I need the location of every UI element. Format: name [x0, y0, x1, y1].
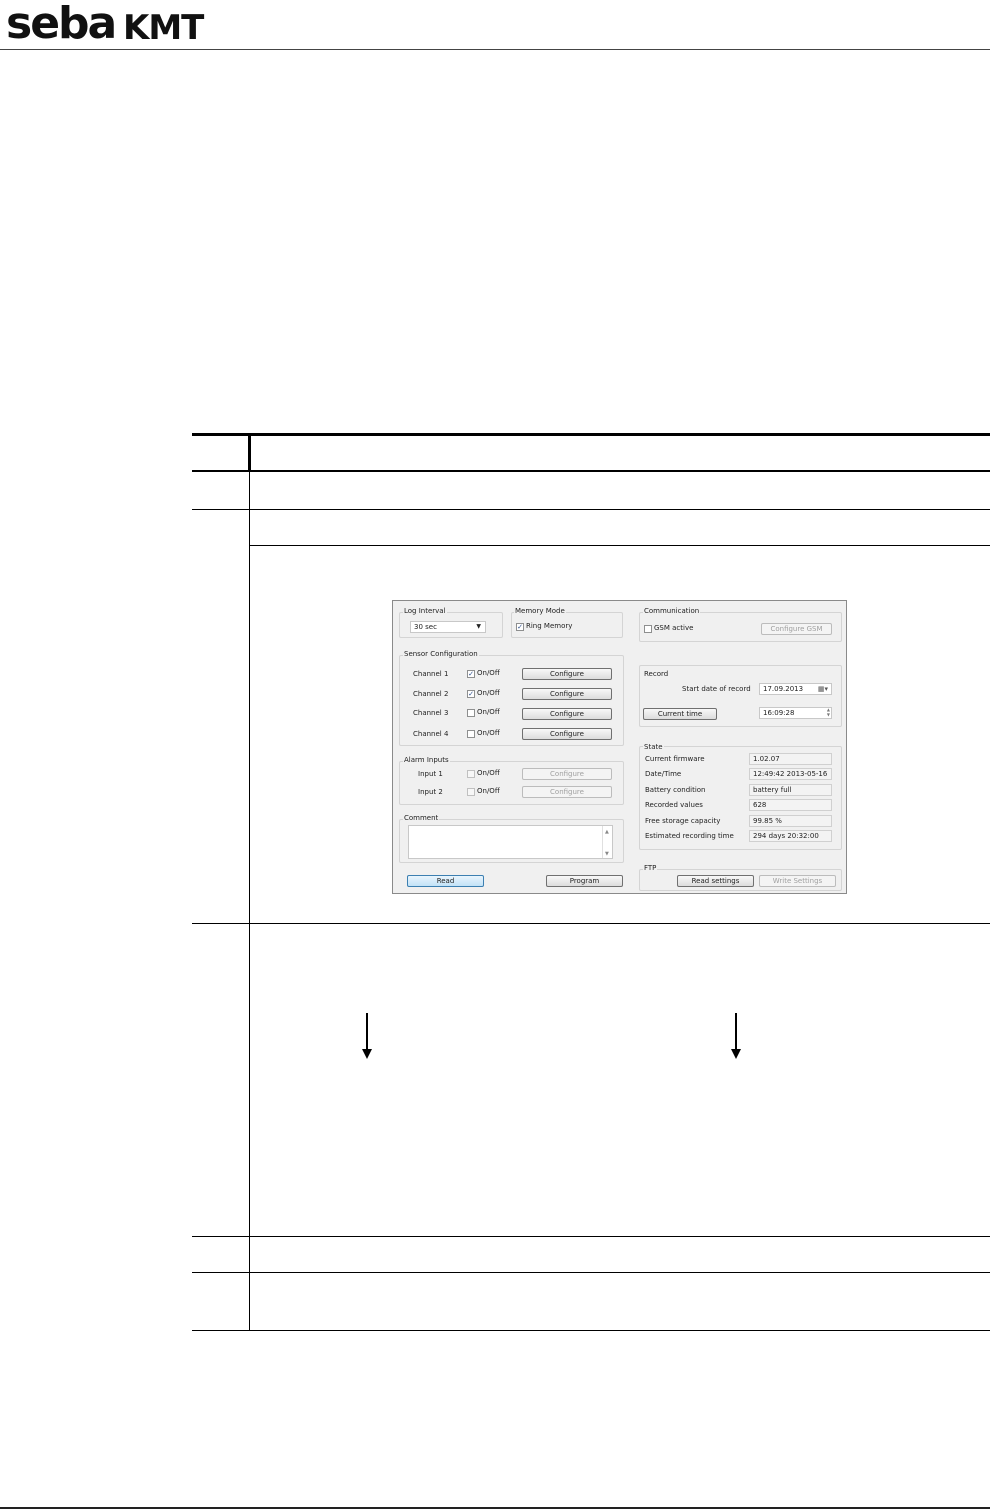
log-interval-value: 30 sec: [414, 623, 437, 631]
program-button[interactable]: Program: [546, 875, 623, 887]
logo-seba: seba: [6, 0, 117, 49]
input-1-configure-button[interactable]: Configure: [522, 768, 612, 780]
channel-label: Channel 3: [413, 709, 449, 717]
table-column-divider: [249, 471, 250, 1331]
alarm-input-toggle-label: On/Off: [477, 787, 500, 795]
channel-1-checkbox[interactable]: ✓: [467, 670, 475, 678]
state-title: State: [643, 743, 664, 752]
channel-1-configure-button[interactable]: Configure: [522, 668, 612, 680]
comment-scrollbar[interactable]: ▲ ▼: [602, 826, 612, 858]
table-header-rule: [192, 470, 990, 472]
channel-toggle-label: On/Off: [477, 669, 500, 677]
table-top-rule: [192, 433, 990, 436]
channel-toggle-label: On/Off: [477, 708, 500, 716]
input-2-checkbox[interactable]: [467, 788, 475, 796]
log-interval-select[interactable]: 30 sec ▼: [410, 621, 486, 633]
alarm-input-label: Input 2: [418, 788, 443, 796]
start-date-value: 17.09.2013: [763, 685, 804, 693]
start-date-label: Start date of record: [682, 685, 751, 693]
footer-rule: [0, 1507, 990, 1509]
channel-2-checkbox[interactable]: ✓: [467, 690, 475, 698]
communication-title: Communication: [643, 607, 701, 616]
read-settings-button[interactable]: Read settings: [677, 875, 754, 887]
time-spinner[interactable]: 16:09:28 ▲ ▼: [759, 707, 832, 719]
channel-label: Channel 4: [413, 730, 449, 738]
state-value: 99.85 %: [749, 815, 832, 827]
channel-3-checkbox[interactable]: [467, 709, 475, 717]
calendar-icon[interactable]: ▦▾: [818, 684, 828, 694]
table-row-rule: [192, 509, 990, 510]
state-label: Battery condition: [645, 786, 706, 794]
state-label: Recorded values: [645, 801, 703, 809]
header-rule: [0, 49, 990, 50]
time-value: 16:09:28: [763, 709, 795, 717]
chevron-down-icon: ▼: [476, 623, 481, 630]
state-value: 628: [749, 799, 832, 811]
sensor-configuration-title: Sensor Configuration: [403, 650, 479, 659]
table-row-rule: [192, 923, 990, 924]
input-1-checkbox[interactable]: [467, 770, 475, 778]
state-label: Current firmware: [645, 755, 705, 763]
ring-memory-checkbox[interactable]: ✓: [516, 623, 524, 631]
state-value: 1.02.07: [749, 753, 832, 765]
alarm-input-label: Input 1: [418, 770, 443, 778]
scroll-up-icon[interactable]: ▲: [605, 827, 609, 837]
state-label: Estimated recording time: [645, 832, 734, 840]
input-2-configure-button[interactable]: Configure: [522, 786, 612, 798]
table-header-divider: [248, 434, 251, 471]
state-value: 294 days 20:32:00: [749, 830, 832, 842]
state-label: Free storage capacity: [645, 817, 721, 825]
channel-4-checkbox[interactable]: [467, 730, 475, 738]
write-settings-button[interactable]: Write Settings: [759, 875, 836, 887]
configure-gsm-button[interactable]: Configure GSM: [761, 623, 832, 635]
channel-4-configure-button[interactable]: Configure: [522, 728, 612, 740]
comment-textarea[interactable]: ▲ ▼: [408, 825, 613, 859]
table-subrow-rule: [249, 545, 990, 546]
table-row-rule: [192, 1236, 990, 1237]
comment-title: Comment: [403, 814, 440, 823]
table-row-rule: [192, 1272, 990, 1273]
seba-kmt-logo: seba KMT: [6, 0, 218, 49]
ring-memory-label: Ring Memory: [526, 622, 573, 630]
alarm-inputs-title: Alarm Inputs: [403, 756, 450, 765]
memory-mode-title: Memory Mode: [514, 607, 566, 616]
table-bottom-rule: [192, 1330, 990, 1331]
channel-label: Channel 1: [413, 670, 449, 678]
logger-settings-dialog: Log Interval 30 sec ▼ Memory Mode ✓ Ring…: [392, 600, 847, 894]
channel-toggle-label: On/Off: [477, 689, 500, 697]
start-date-picker[interactable]: 17.09.2013 ▦▾: [759, 683, 832, 695]
down-arrow-icon: [731, 1013, 741, 1059]
state-value: battery full: [749, 784, 832, 796]
state-label: Date/Time: [645, 770, 682, 778]
log-interval-title: Log Interval: [403, 607, 447, 616]
logo-kmt: KMT: [123, 8, 204, 48]
spinner-arrows-icon[interactable]: ▲ ▼: [827, 707, 830, 717]
state-value: 12:49:42 2013-05-16: [749, 768, 832, 780]
scroll-down-icon[interactable]: ▼: [605, 849, 609, 859]
record-title: Record: [643, 670, 670, 679]
channel-toggle-label: On/Off: [477, 729, 500, 737]
channel-2-configure-button[interactable]: Configure: [522, 688, 612, 700]
read-button[interactable]: Read: [407, 875, 484, 887]
ftp-title: FTP: [643, 864, 658, 873]
gsm-active-label: GSM active: [654, 624, 694, 632]
channel-3-configure-button[interactable]: Configure: [522, 708, 612, 720]
down-arrow-icon: [362, 1013, 372, 1059]
alarm-input-toggle-label: On/Off: [477, 769, 500, 777]
channel-label: Channel 2: [413, 690, 449, 698]
gsm-active-checkbox[interactable]: [644, 625, 652, 633]
current-time-button[interactable]: Current time: [643, 708, 717, 720]
